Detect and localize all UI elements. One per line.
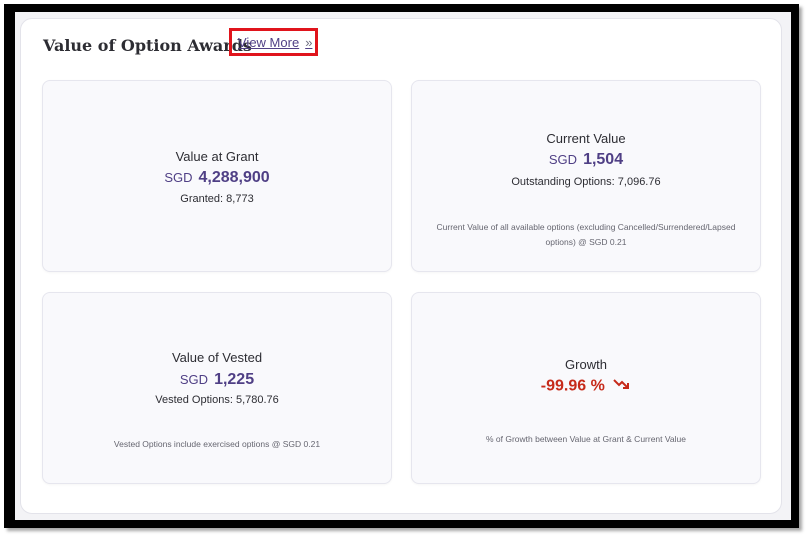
amount-value: 4,288,900 <box>198 169 270 186</box>
card-subtext: Granted: 8,773 <box>43 193 391 205</box>
currency-label: SGD <box>164 170 193 185</box>
card-subtext: Outstanding Options: 7,096.76 <box>412 176 760 188</box>
card-title: Value of Vested <box>171 350 263 365</box>
current-value-card: Current Value SGD 1,504 Outstanding Optio… <box>411 80 761 272</box>
card-value: SGD 1,504 <box>412 151 760 169</box>
growth-card: Growth -99.96 % % of Growth between Valu… <box>411 292 761 484</box>
outstanding-value: 7,096.76 <box>617 176 661 188</box>
currency-label: SGD <box>548 152 578 167</box>
panel-title: Value of Option Awards <box>43 36 252 55</box>
view-more-link[interactable]: View More » <box>238 35 312 50</box>
card-title: Growth <box>565 357 607 372</box>
card-value: SGD 4,288,900 <box>43 169 391 187</box>
granted-label: Granted: <box>180 193 224 205</box>
amount-value: 1,225 <box>214 371 255 388</box>
card-note: % of Growth between Value at Grant & Cur… <box>485 434 686 444</box>
currency-label: SGD <box>179 372 209 387</box>
vested-options-label: Vested Options: <box>155 394 233 406</box>
value-of-vested-card: Value of Vested SGD 1,225 Vested Options:… <box>42 292 392 484</box>
granted-value: 8,773 <box>226 193 254 205</box>
card-note: Vested Options include exercised options… <box>113 439 321 449</box>
outstanding-label: Outstanding Options: <box>511 176 615 188</box>
card-title: Current Value <box>546 131 626 146</box>
double-chevron-right-icon: » <box>305 35 313 50</box>
card-note: Current Value of all available options (… <box>436 222 736 247</box>
growth-percent: -99.96 % <box>540 377 605 395</box>
value-at-grant-card: Value at Grant SGD 4,288,900 Granted: 8,7… <box>42 80 392 272</box>
card-subtext: Vested Options: 5,780.76 <box>43 394 391 406</box>
card-value: SGD 1,225 <box>43 371 391 389</box>
card-title: Value at Grant <box>175 149 259 164</box>
amount-value: 1,504 <box>583 151 624 168</box>
trending-down-icon <box>613 377 631 396</box>
view-more-label: View More <box>238 35 300 50</box>
vested-options-value: 5,780.76 <box>235 394 279 406</box>
growth-value: -99.96 % <box>412 377 760 396</box>
